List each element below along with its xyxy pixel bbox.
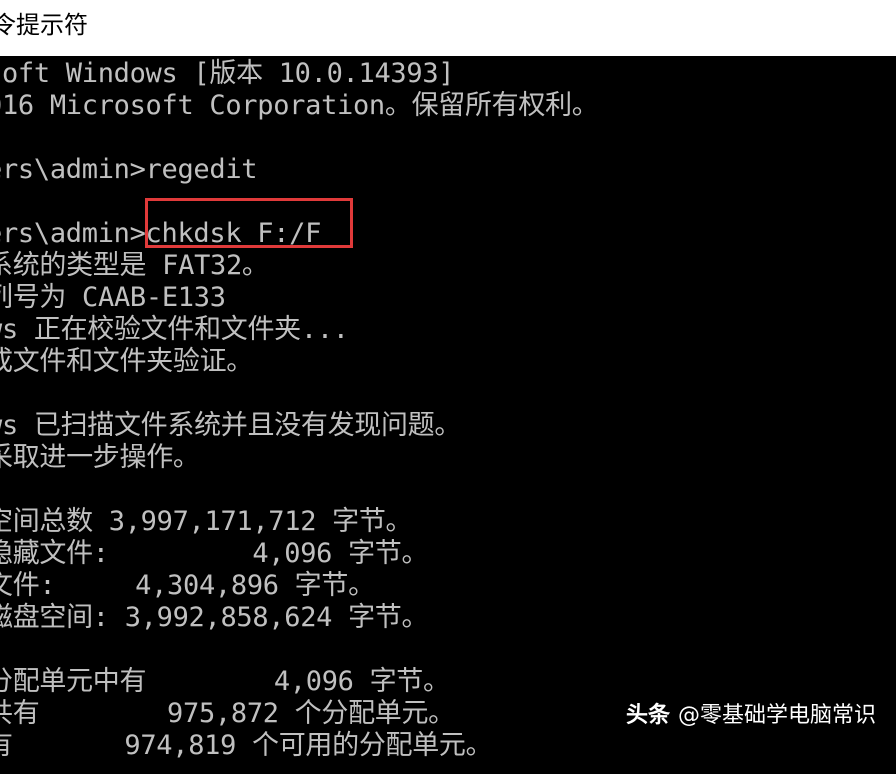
console-line: 列号为 CAAB-E133 xyxy=(0,282,226,313)
watermark: 头条 @零基础学电脑常识 xyxy=(598,674,876,758)
console-line: 采取进一步操作。 xyxy=(0,442,200,473)
command-highlight-box xyxy=(145,198,353,248)
console-line: 共有 975,872 个分配单元。 xyxy=(0,698,455,729)
console-line: 磁盘空间: 3,992,858,624 字节。 xyxy=(0,602,429,633)
console-line: 016 Microsoft Corporation。保留所有权利。 xyxy=(0,90,599,121)
console-line: ers\admin>regedit xyxy=(0,154,258,185)
watermark-account: @零基础学电脑常识 xyxy=(677,703,876,728)
console-line: 分配单元中有 4,096 字节。 xyxy=(0,666,450,697)
title-bar[interactable]: 令提示符 xyxy=(0,0,896,56)
console-line: 成文件和文件夹验证。 xyxy=(0,346,253,377)
console-line: ws 正在校验文件和文件夹... xyxy=(0,314,349,345)
console-line: 有 974,819 个可用的分配单元。 xyxy=(0,730,493,761)
console-output[interactable]: soft Windows [版本 10.0.14393] 016 Microso… xyxy=(0,56,896,774)
console-line: ws 已扫描文件系统并且没有发现问题。 xyxy=(0,410,462,441)
console-line: 空间总数 3,997,171,712 字节。 xyxy=(0,506,413,537)
console-line: 文件: 4,304,896 字节。 xyxy=(0,570,375,601)
window-title: 令提示符 xyxy=(0,11,88,39)
watermark-brand: 头条 xyxy=(625,703,670,728)
console-line: soft Windows [版本 10.0.14393] xyxy=(0,58,455,89)
console-line: 系统的类型是 FAT32。 xyxy=(0,250,269,281)
command-prompt-window: 令提示符 soft Windows [版本 10.0.14393] 016 Mi… xyxy=(0,0,896,774)
console-line: 隐藏文件: 4,096 字节。 xyxy=(0,538,429,569)
